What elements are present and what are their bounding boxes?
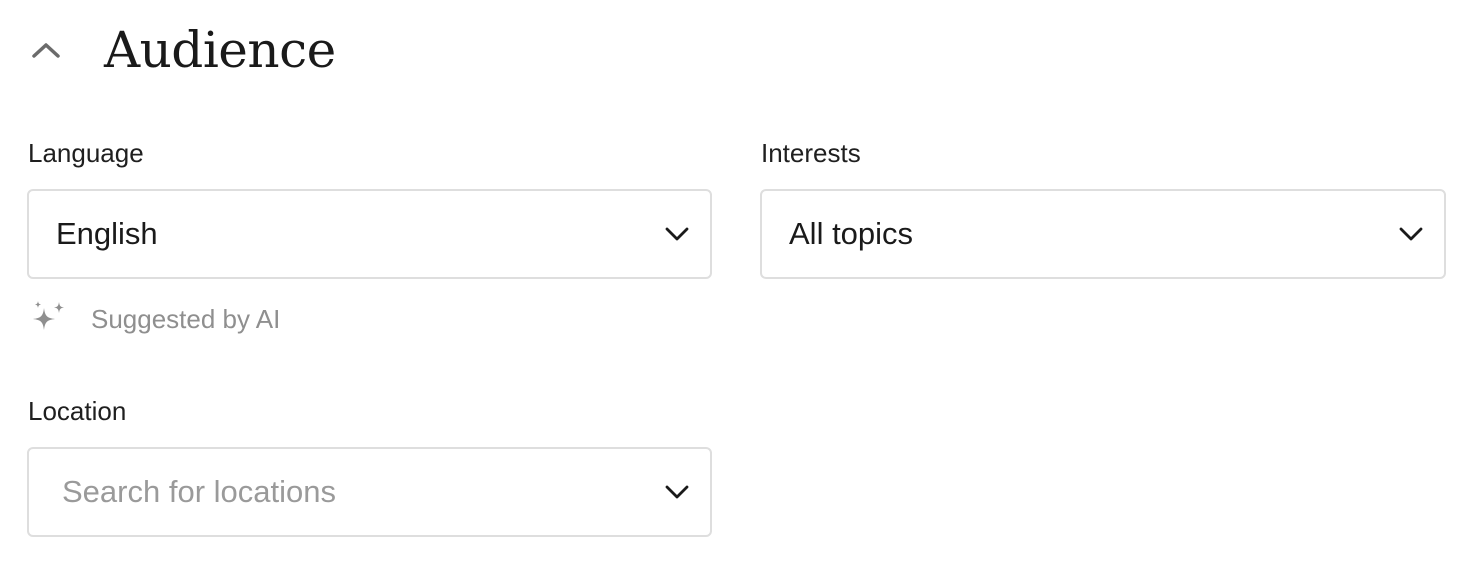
ai-suggestion-text: Suggested by AI [91, 303, 281, 334]
collapse-button[interactable] [26, 30, 66, 70]
chevron-down-icon [662, 477, 692, 507]
sparkles-icon [33, 301, 64, 330]
interests-value: All topics [789, 216, 914, 251]
language-value: English [56, 216, 158, 251]
location-search-input[interactable]: Search for locations [29, 474, 662, 510]
chevron-down-icon [662, 219, 692, 249]
audience-section: Audience Language English Suggested by A… [0, 0, 1468, 562]
location-label: Location [28, 396, 127, 426]
section-title: Audience [104, 21, 336, 79]
location-field: Location [28, 396, 126, 426]
interests-select[interactable]: All topics [760, 189, 1446, 279]
language-select[interactable]: English [27, 189, 712, 279]
section-header: Audience [28, 18, 336, 82]
language-label: Language [28, 138, 144, 168]
interests-label: Interests [761, 138, 861, 168]
ai-suggestion-hint: Suggested by AI [30, 300, 280, 338]
chevron-down-icon [1396, 219, 1426, 249]
location-search-select[interactable]: Search for locations [27, 447, 712, 537]
interests-field: Interests [761, 138, 861, 168]
language-field: Language [28, 138, 144, 168]
chevron-up-icon [32, 43, 60, 58]
